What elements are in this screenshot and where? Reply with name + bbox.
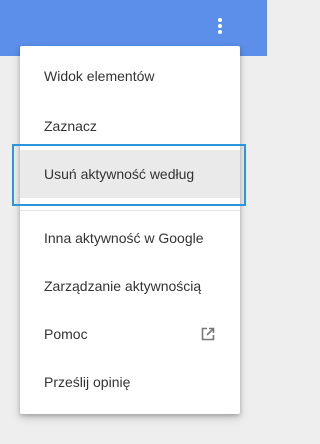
open-in-new-icon [200,326,216,342]
menu-item-delete-activity-by[interactable]: Usuń aktywność według [20,150,240,198]
menu-item-send-feedback[interactable]: Prześlij opinię [20,358,240,406]
menu-divider [20,210,240,211]
menu-item-activity-controls[interactable]: Zarządzanie aktywnością [20,262,240,310]
menu-item-select[interactable]: Zaznacz [20,102,240,150]
menu-item-other-google-activity[interactable]: Inna aktywność w Google [20,214,240,262]
menu-item-item-view[interactable]: Widok elementów [20,52,240,100]
menu-item-label: Usuń aktywność według [44,166,195,182]
overflow-menu: Widok elementów Zaznacz Usuń aktywność w… [20,46,240,414]
menu-item-help[interactable]: Pomoc [20,310,240,358]
menu-item-label: Widok elementów [44,68,155,84]
more-options-button[interactable] [206,10,234,42]
menu-item-label: Prześlij opinię [44,374,131,390]
menu-item-label: Pomoc [44,326,88,342]
more-vert-icon [218,18,222,34]
menu-item-label: Zaznacz [44,118,97,134]
menu-item-label: Zarządzanie aktywnością [44,278,202,294]
menu-item-label: Inna aktywność w Google [44,230,204,246]
